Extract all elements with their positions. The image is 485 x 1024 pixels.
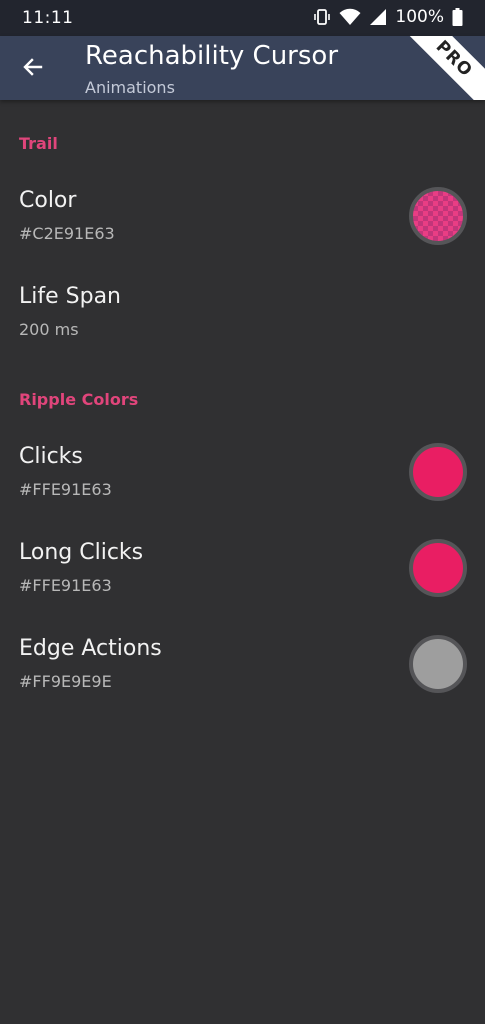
section-header-ripple-colors: Ripple Colors <box>19 390 139 409</box>
pref-ripple-long-clicks[interactable]: Long Clicks #FFE91E63 <box>0 539 485 630</box>
color-swatch[interactable] <box>409 635 467 693</box>
vibrate-icon <box>313 8 331 26</box>
color-swatch[interactable] <box>409 443 467 501</box>
page-title: Reachability Cursor <box>85 41 339 71</box>
color-swatch[interactable] <box>409 539 467 597</box>
pro-badge: PRO <box>397 36 485 100</box>
wifi-icon <box>339 8 361 26</box>
battery-percent: 100% <box>395 7 444 27</box>
pref-summary: 200 ms <box>19 320 79 339</box>
pref-title: Color <box>19 188 77 213</box>
arrow-back-icon <box>21 55 45 83</box>
pref-trail-life-span[interactable]: Life Span 200 ms <box>0 284 485 374</box>
pref-summary: #FFE91E63 <box>19 576 112 595</box>
pref-summary: #FFE91E63 <box>19 480 112 499</box>
signal-icon <box>369 8 387 26</box>
pref-title: Long Clicks <box>19 540 144 565</box>
pref-title: Edge Actions <box>19 636 162 661</box>
status-time: 11:11 <box>22 8 74 28</box>
battery-icon <box>452 8 463 26</box>
pref-title: Clicks <box>19 444 83 469</box>
pref-summary: #FF9E9E9E <box>19 672 112 691</box>
pref-ripple-edge-actions[interactable]: Edge Actions #FF9E9E9E <box>0 635 485 726</box>
screen: 11:11 100% Reachability Cursor Animation… <box>0 0 485 1024</box>
color-swatch[interactable] <box>409 187 467 245</box>
page-subtitle: Animations <box>85 78 175 97</box>
status-bar: 11:11 100% <box>0 0 485 36</box>
pref-trail-color[interactable]: Color #C2E91E63 <box>0 187 485 278</box>
back-button[interactable] <box>18 54 48 84</box>
status-icons: 100% <box>313 7 463 27</box>
section-header-trail: Trail <box>19 134 58 153</box>
pref-ripple-clicks[interactable]: Clicks #FFE91E63 <box>0 443 485 534</box>
app-bar: Reachability Cursor Animations PRO <box>0 36 485 100</box>
pref-summary: #C2E91E63 <box>19 224 115 243</box>
pref-title: Life Span <box>19 284 121 309</box>
